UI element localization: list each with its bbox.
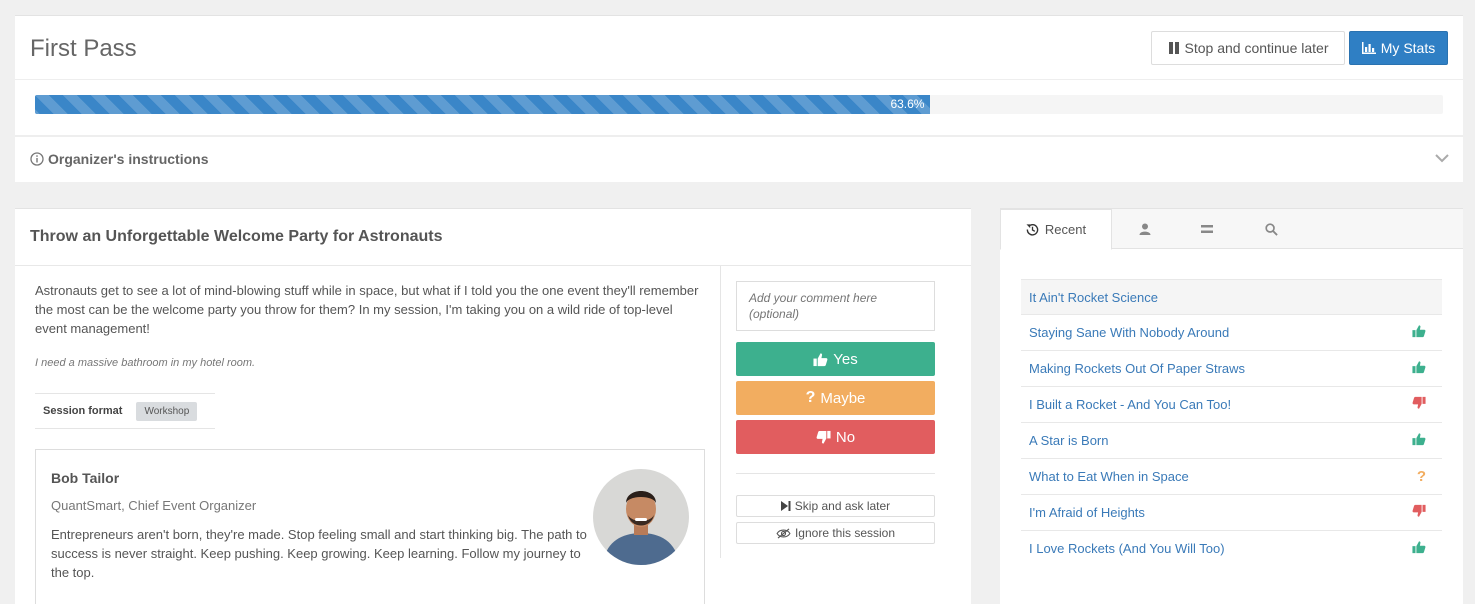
recent-session-title[interactable]: Staying Sane With Nobody Around — [1029, 325, 1229, 340]
vote-no-button[interactable]: No — [736, 420, 935, 454]
tab-recent[interactable]: Recent — [1000, 209, 1112, 250]
thumbs-up-icon — [1412, 325, 1426, 338]
session-title: Throw an Unforgettable Welcome Party for… — [30, 228, 443, 245]
user-icon — [1139, 223, 1151, 235]
recent-session-vote — [1412, 324, 1426, 341]
session-format-badge: Workshop — [136, 401, 198, 421]
page-title: First Pass — [30, 35, 137, 62]
divider — [736, 473, 935, 474]
recent-session-item[interactable]: Making Rockets Out Of Paper Straws — [1021, 350, 1442, 386]
thumbs-up-icon — [1412, 361, 1426, 374]
skip-ask-later-label: Skip and ask later — [794, 499, 891, 513]
recent-session-title[interactable]: I Built a Rocket - And You Can Too! — [1029, 397, 1231, 412]
thumbs-up-icon — [1412, 433, 1426, 446]
recent-session-vote — [1412, 360, 1426, 377]
thumbs-down-icon — [1412, 396, 1426, 409]
session-format-row: Session format Workshop — [35, 393, 215, 429]
recent-session-item[interactable]: I'm Afraid of Heights — [1021, 494, 1442, 530]
recent-session-vote — [1412, 504, 1426, 521]
speaker-avatar — [593, 469, 689, 565]
recent-session-title[interactable]: What to Eat When in Space — [1029, 469, 1189, 484]
thumbs-up-icon — [813, 352, 828, 366]
vote-no-label: No — [835, 428, 856, 446]
vote-yes-button[interactable]: Yes — [736, 342, 935, 376]
recent-session-title[interactable]: A Star is Born — [1029, 433, 1108, 448]
speaker-name: Bob Tailor — [51, 470, 120, 486]
recent-session-title[interactable]: It Ain't Rocket Science — [1029, 290, 1158, 305]
recent-session-item[interactable]: I Built a Rocket - And You Can Too! — [1021, 386, 1442, 422]
vote-maybe-button[interactable]: ? Maybe — [736, 381, 935, 415]
recent-session-item[interactable]: It Ain't Rocket Science — [1021, 279, 1442, 314]
speaker-role: QuantSmart, Chief Event Organizer — [51, 498, 257, 513]
recent-session-title[interactable]: I'm Afraid of Heights — [1029, 505, 1145, 520]
thumbs-down-icon — [816, 430, 831, 444]
speaker-bio: Entrepreneurs aren't born, they're made.… — [51, 527, 587, 580]
question-icon: ? — [805, 389, 816, 406]
history-icon — [1026, 223, 1039, 236]
ignore-session-button[interactable]: Ignore this session — [736, 522, 935, 544]
organizer-instructions-label: Organizer's instructions — [48, 151, 209, 167]
organizer-instructions-toggle[interactable]: Organizer's instructions — [30, 151, 208, 167]
sidebar-tabs: Recent — [1000, 209, 1463, 250]
thumbs-down-icon — [1412, 504, 1426, 517]
eye-slash-icon — [776, 527, 791, 539]
tab-equals[interactable] — [1176, 209, 1238, 249]
skip-ask-later-button[interactable]: Skip and ask later — [736, 495, 935, 517]
vote-yes-label: Yes — [833, 350, 858, 368]
recent-sessions-list: It Ain't Rocket Science Staying Sane With… — [1021, 279, 1442, 566]
divider — [15, 265, 971, 266]
step-forward-icon — [780, 501, 791, 511]
progress-label: 63.6% — [890, 97, 925, 111]
top-card: First Pass Stop and continue later My St… — [15, 15, 1463, 182]
stop-continue-later-button[interactable]: Stop and continue later — [1151, 31, 1345, 65]
recent-session-item[interactable]: I Love Rockets (And You Will Too) — [1021, 530, 1442, 566]
recent-session-item[interactable]: A Star is Born — [1021, 422, 1442, 458]
search-icon — [1264, 222, 1278, 236]
info-circle-icon — [30, 152, 44, 166]
session-description: Astronauts get to see a lot of mind-blow… — [35, 283, 699, 336]
session-format-label: Session format — [43, 405, 123, 417]
speaker-card: Bob Tailor QuantSmart, Chief Event Organ… — [35, 449, 705, 604]
comment-input[interactable] — [736, 281, 935, 331]
progress-bar-fill: 63.6% — [35, 95, 931, 114]
session-card: Throw an Unforgettable Welcome Party for… — [15, 208, 971, 604]
divider — [720, 266, 721, 558]
divider — [15, 135, 1463, 137]
session-note: I need a massive bathroom in my hotel ro… — [35, 357, 256, 369]
vote-maybe-label: Maybe — [820, 389, 866, 407]
recent-session-vote — [1412, 432, 1426, 449]
tab-recent-label: Recent — [1044, 222, 1087, 237]
divider — [15, 79, 1463, 80]
pause-icon — [1168, 42, 1179, 54]
bar-chart-icon — [1361, 42, 1376, 54]
ignore-session-label: Ignore this session — [794, 526, 896, 540]
my-stats-button[interactable]: My Stats — [1349, 31, 1448, 65]
recent-session-vote — [1412, 540, 1426, 557]
recent-session-vote: ? — [1417, 468, 1426, 485]
question-icon: ? — [1416, 468, 1426, 485]
recent-session-item[interactable]: What to Eat When in Space? — [1021, 458, 1442, 494]
equals-icon — [1201, 225, 1213, 233]
recent-session-title[interactable]: Making Rockets Out Of Paper Straws — [1029, 361, 1245, 376]
sidebar-card: Recent It Ain't Rocket Science Staying Sa… — [1000, 208, 1463, 604]
my-stats-label: My Stats — [1380, 40, 1436, 56]
stop-continue-later-label: Stop and continue later — [1184, 40, 1329, 56]
thumbs-up-icon — [1412, 541, 1426, 554]
recent-session-item[interactable]: Staying Sane With Nobody Around — [1021, 314, 1442, 350]
tab-search[interactable] — [1240, 209, 1302, 249]
chevron-down-icon[interactable] — [1435, 153, 1449, 163]
progress-bar: 63.6% — [35, 95, 1443, 114]
recent-session-title[interactable]: I Love Rockets (And You Will Too) — [1029, 541, 1225, 556]
recent-session-vote — [1412, 396, 1426, 413]
tab-user[interactable] — [1114, 209, 1176, 249]
